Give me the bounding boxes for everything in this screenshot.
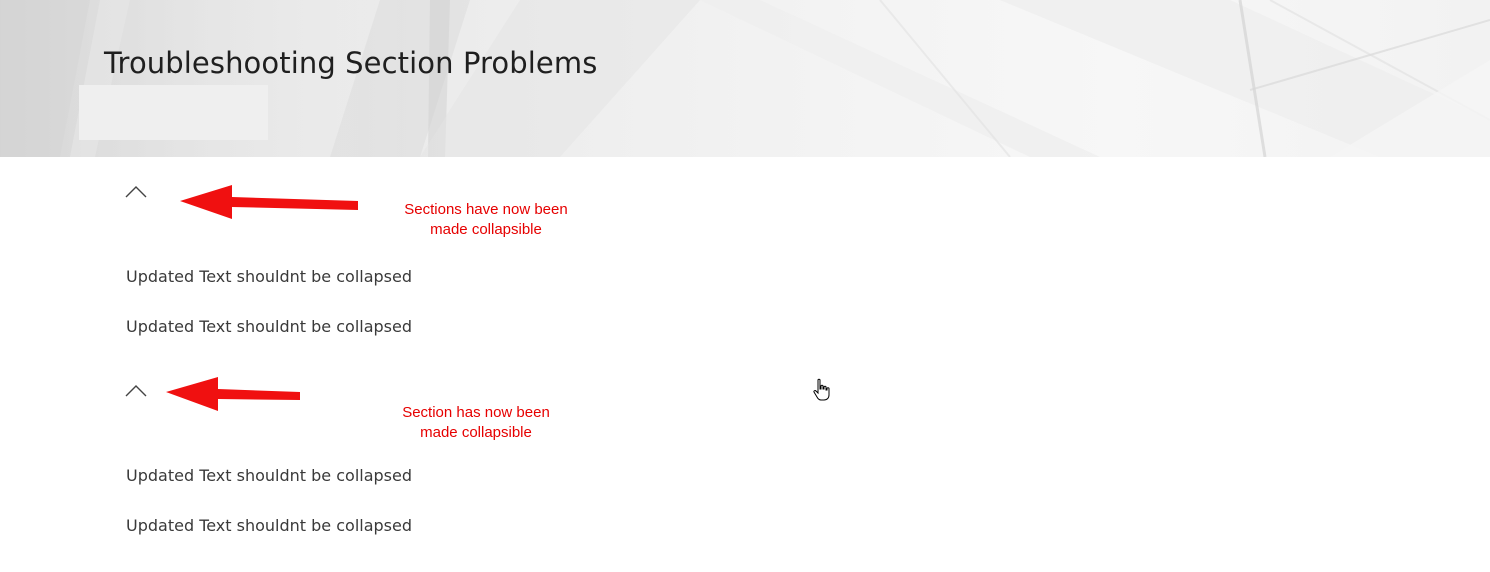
annotation-line: made collapsible — [430, 221, 542, 238]
section-text-item: Updated Text shouldnt be collapsed — [126, 466, 412, 485]
chevron-up-icon[interactable] — [123, 383, 149, 399]
arrow-left-icon — [166, 377, 300, 411]
annotation-line: made collapsible — [420, 424, 532, 441]
section-text-item: Updated Text shouldnt be collapsed — [126, 317, 412, 336]
section-text-item: Updated Text shouldnt be collapsed — [126, 516, 412, 535]
section-text-item: Updated Text shouldnt be collapsed — [126, 267, 412, 286]
annotation-line: Section has now been — [402, 404, 550, 421]
arrow-left-icon — [180, 185, 358, 219]
page-title: Troubleshooting Section Problems — [104, 46, 598, 80]
annotation-line: Sections have now been — [404, 201, 568, 218]
title-placeholder-box — [79, 85, 268, 140]
header-banner: Troubleshooting Section Problems — [0, 0, 1490, 157]
chevron-up-icon[interactable] — [123, 184, 149, 200]
annotation-note: Section has now been made collapsible — [376, 403, 576, 443]
page: Troubleshooting Section Problems Section… — [0, 0, 1490, 572]
annotation-note: Sections have now been made collapsible — [386, 200, 586, 240]
hand-pointer-icon — [813, 378, 830, 401]
